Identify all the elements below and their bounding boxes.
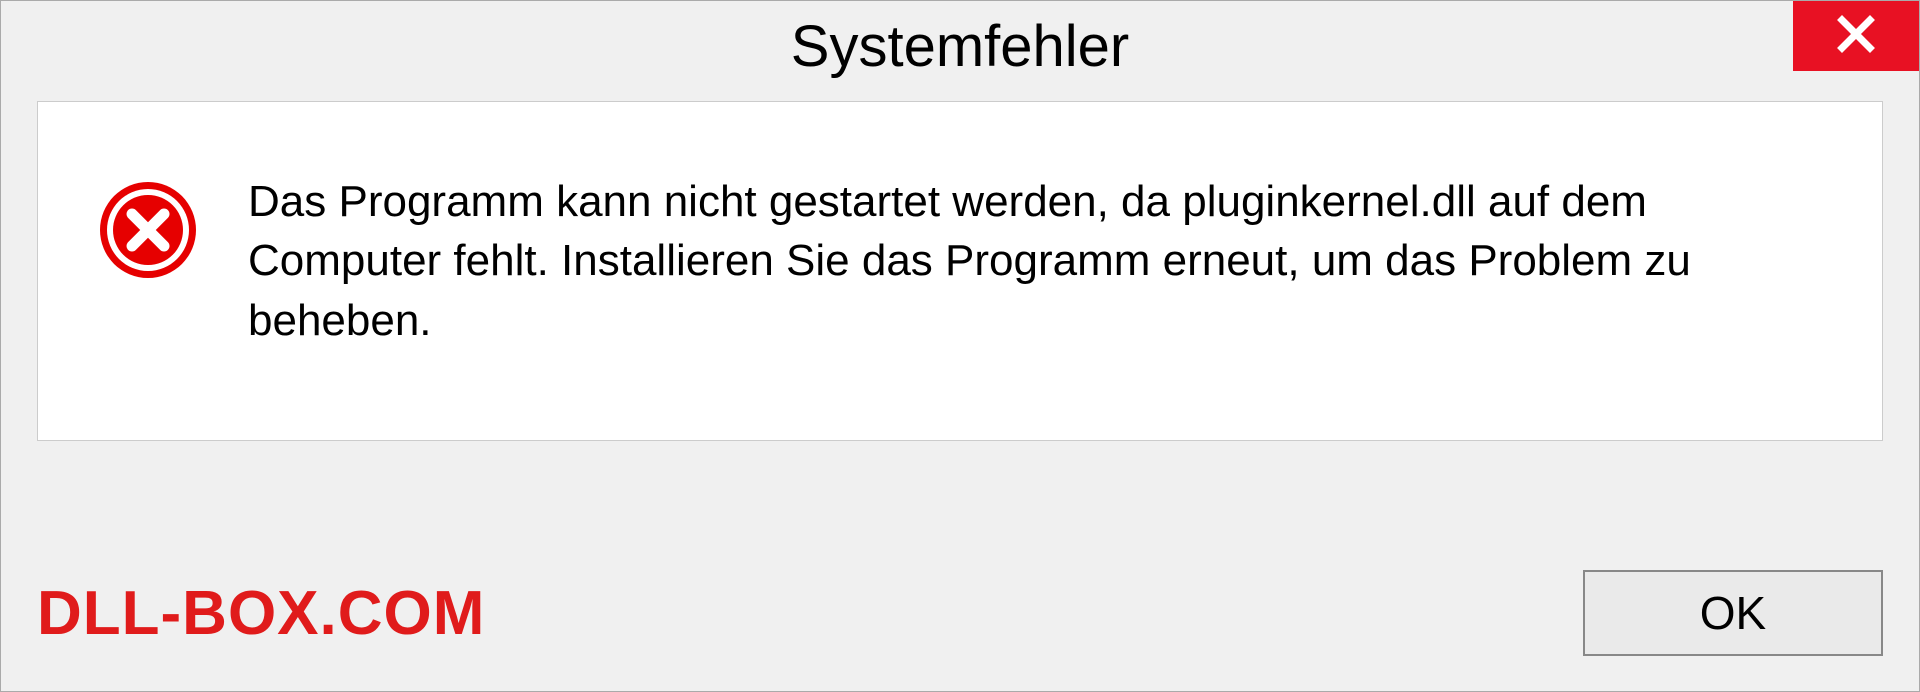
error-dialog: Systemfehler Das Programm kann nicht ges… [0, 0, 1920, 692]
error-icon [98, 180, 198, 280]
ok-button[interactable]: OK [1583, 570, 1883, 656]
title-bar: Systemfehler [1, 1, 1919, 91]
close-button[interactable] [1793, 1, 1919, 71]
dialog-footer: DLL-BOX.COM OK [37, 563, 1883, 663]
dialog-title: Systemfehler [791, 13, 1129, 80]
close-icon [1836, 14, 1876, 59]
content-panel: Das Programm kann nicht gestartet werden… [37, 101, 1883, 441]
error-message: Das Programm kann nicht gestartet werden… [248, 172, 1822, 350]
watermark-text: DLL-BOX.COM [37, 578, 485, 649]
